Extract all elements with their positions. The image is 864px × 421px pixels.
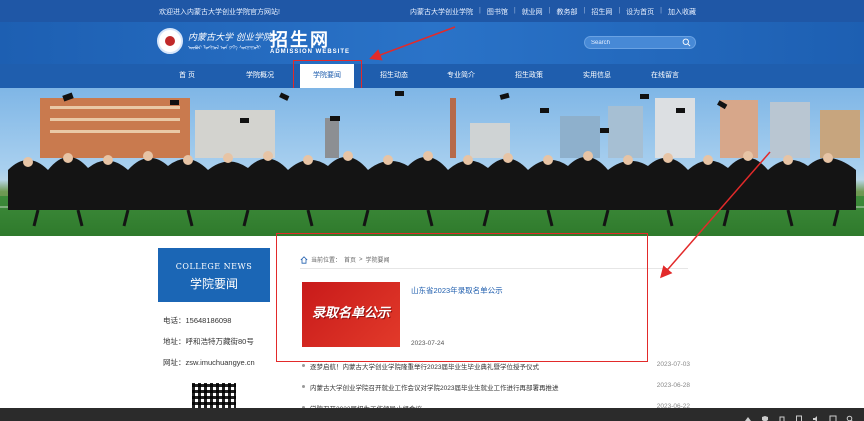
college-news-title-cn: 学院要闻	[189, 277, 238, 291]
nav-online-message[interactable]: 在线留言	[640, 64, 690, 88]
expand-icon[interactable]	[829, 410, 837, 421]
nav-useful-info[interactable]: 实用信息	[572, 64, 622, 88]
main-nav: 首 页 学院概况 学院要闻 招生动态 专业简介 招生政策 实用信息 在线留言	[0, 64, 864, 88]
nav-majors[interactable]: 专业简介	[436, 64, 486, 88]
nav-college-overview[interactable]: 学院概况	[232, 64, 288, 88]
site-header: 内蒙古大学 创业学院 ᠦᠪᠦᠷ ᠮᠣᠩᠭᠣᠯ ᠤᠨ ᠶᠡᠬᠡ ᠰᠤᠷᠭᠠᠭᠤᠯᠢ…	[0, 22, 864, 64]
top-link-library[interactable]: 图书馆	[487, 7, 508, 17]
news-date: 2023-06-28	[656, 382, 690, 389]
nav-admission-updates[interactable]: 招生动态	[369, 64, 419, 88]
top-utility-bar: 欢迎进入内蒙古大学创业学院官方网站! 内蒙古大学创业学院 | 图书馆 | 就业网 | …	[0, 0, 864, 22]
search-box	[584, 36, 696, 49]
top-link-admission[interactable]: 招生网	[591, 7, 612, 17]
college-news-tile[interactable]: COLLEGE NEWS 学院要闻	[158, 248, 270, 302]
qr-code	[192, 383, 236, 411]
top-link-jobs[interactable]: 就业网	[522, 7, 543, 17]
welcome-text: 欢迎进入内蒙古大学创业学院官方网站!	[159, 9, 280, 16]
university-emblem-icon[interactable]	[157, 28, 183, 54]
search-input[interactable]	[591, 37, 681, 48]
volume-icon[interactable]	[812, 410, 820, 421]
search-tray-icon[interactable]	[846, 410, 854, 421]
clipboard-icon[interactable]	[795, 410, 803, 421]
search-icon[interactable]	[682, 38, 691, 47]
news-list-item[interactable]: 内蒙古大学创业学院召开就业工作会议对学院2023届毕业生就业工作进行再部署再推进…	[302, 382, 690, 394]
news-title[interactable]: 内蒙古大学创业学院召开就业工作会议对学院2023届毕业生就业工作进行再部署再推进	[310, 382, 558, 392]
top-link-college[interactable]: 内蒙古大学创业学院	[410, 7, 473, 17]
news-list-item[interactable]: 逐梦启航！内蒙古大学创业学院隆重举行2023届毕业生毕业典礼暨学位授予仪式 20…	[302, 361, 690, 373]
system-tray	[744, 410, 854, 421]
trash-icon[interactable]	[778, 410, 786, 421]
bullet-icon	[302, 364, 305, 367]
top-links: 内蒙古大学创业学院 | 图书馆 | 就业网 | 教务部 | 招生网 | 设为首页 | 加入收…	[410, 7, 696, 17]
news-date: 2023-07-03	[656, 361, 690, 368]
contact-phone: 电话：15648186098	[163, 316, 232, 325]
site-subtitle: ADMISSION WEBSITE	[270, 49, 351, 55]
top-link-set-homepage[interactable]: 设为首页	[626, 7, 654, 17]
nav-admission-policy[interactable]: 招生政策	[504, 64, 554, 88]
bullet-icon	[302, 385, 305, 388]
system-taskbar	[0, 408, 864, 421]
news-title[interactable]: 逐梦启航！内蒙古大学创业学院隆重举行2023届毕业生毕业典礼暨学位授予仪式	[310, 361, 539, 371]
contact-address: 地址：呼和浩特万藏街80号	[163, 337, 254, 346]
highlight-box-nav	[293, 60, 362, 91]
security-icon[interactable]	[761, 410, 769, 421]
school-name: 内蒙古大学 创业学院	[188, 33, 272, 43]
contact-website[interactable]: 网址：zsw.imuchuangye.cn	[163, 357, 255, 368]
school-mongolian-name: ᠦᠪᠦᠷ ᠮᠣᠩᠭᠣᠯ ᠤᠨ ᠶᠡᠬᠡ ᠰᠤᠷᠭᠠᠭᠤᠯᠢ	[188, 45, 261, 51]
graduation-banner	[0, 88, 864, 236]
top-link-academic[interactable]: 教务部	[557, 7, 578, 17]
nav-home[interactable]: 首 页	[162, 64, 212, 88]
top-link-bookmark[interactable]: 加入收藏	[668, 7, 696, 17]
highlight-box-content	[276, 233, 648, 362]
network-icon[interactable]	[744, 410, 752, 421]
graduates-crowd	[8, 151, 856, 228]
college-news-title-en: COLLEGE NEWS	[175, 262, 253, 271]
